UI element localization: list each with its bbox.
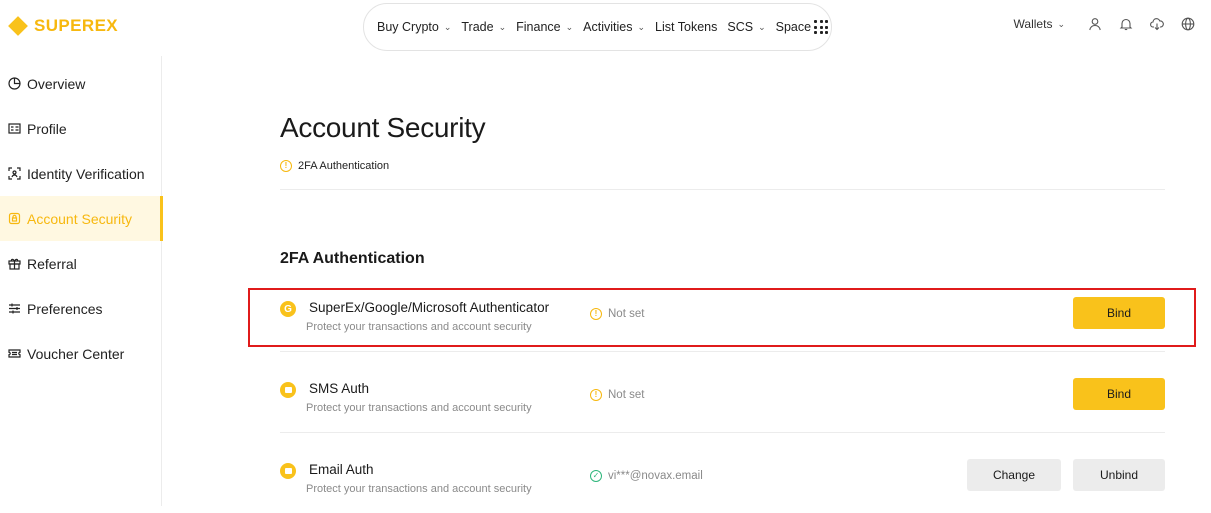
sidebar-item-label: Profile [27, 120, 67, 137]
auth-method-sms: SMS Auth Protect your transactions and a… [280, 378, 1165, 432]
nav-trade[interactable]: Trade ⌄ [461, 20, 506, 34]
sidebar: Overview Profile Identity Verification A… [0, 56, 163, 506]
header-actions: Wallets ⌄ [1014, 16, 1211, 32]
sidebar-item-referral[interactable]: Referral [0, 241, 161, 286]
sidebar-item-label: Voucher Center [27, 345, 125, 362]
logo-diamond-icon [8, 16, 28, 36]
sidebar-item-label: Preferences [27, 300, 103, 317]
pie-chart-icon [7, 77, 21, 91]
sidebar-item-overview[interactable]: Overview [0, 61, 161, 106]
apps-grid-icon[interactable] [814, 20, 829, 34]
page-title: Account Security [280, 112, 486, 143]
sidebar-item-account-security[interactable]: Account Security [0, 196, 163, 241]
warning-icon: ! [280, 160, 292, 172]
method-status: ! Not set [590, 389, 644, 401]
method-name: SMS Auth [309, 381, 370, 396]
gift-icon [7, 257, 21, 271]
chevron-down-icon: ⌄ [498, 21, 507, 32]
bell-icon[interactable] [1118, 16, 1134, 32]
sliders-icon [7, 302, 21, 316]
nav-label: Finance [516, 20, 561, 34]
status-text: vi***@novax.email [608, 470, 703, 482]
chevron-down-icon: ⌄ [565, 21, 574, 32]
change-button[interactable]: Change [967, 459, 1061, 491]
nav-space[interactable]: Space [775, 20, 829, 34]
email-icon [280, 463, 296, 479]
unbind-button[interactable]: Unbind [1073, 459, 1165, 491]
check-circle-icon: ✓ [590, 470, 602, 482]
nav-label: Buy Crypto [377, 20, 439, 34]
download-icon[interactable] [1149, 16, 1165, 32]
sms-icon [280, 382, 296, 398]
nav-buy-crypto[interactable]: Buy Crypto ⌄ [377, 20, 451, 34]
shield-icon [7, 212, 21, 226]
method-name: Email Auth [309, 462, 374, 477]
method-description: Protect your transactions and account se… [306, 483, 532, 495]
main-nav: Buy Crypto ⌄ Trade ⌄ Finance ⌄ Activities ⌄ … [363, 3, 832, 51]
nav-activities[interactable]: Activities ⌄ [583, 20, 645, 34]
chevron-down-icon: ⌄ [758, 21, 766, 32]
divider [280, 432, 1165, 433]
sidebar-item-label: Identity Verification [27, 165, 145, 182]
sidebar-item-label: Account Security [27, 210, 133, 227]
sidebar-item-label: Referral [27, 255, 77, 272]
security-notice[interactable]: ! 2FA Authentication [280, 160, 389, 172]
user-icon[interactable] [1087, 16, 1103, 32]
wallets-label: Wallets [1013, 17, 1053, 31]
chevron-down-icon: ⌄ [637, 21, 646, 32]
divider [280, 351, 1165, 352]
globe-icon[interactable] [1180, 16, 1196, 32]
bind-button[interactable]: Bind [1073, 378, 1165, 410]
nav-label: List Tokens [655, 20, 718, 34]
logo[interactable]: SUPEREX [6, 14, 118, 38]
chevron-down-icon: ⌄ [443, 21, 452, 32]
nav-scs[interactable]: SCS ⌄ [727, 20, 765, 34]
status-text: Not set [608, 389, 645, 401]
highlight-box [248, 288, 1196, 347]
sidebar-item-identity-verification[interactable]: Identity Verification [0, 151, 161, 196]
nav-finance[interactable]: Finance ⌄ [516, 20, 573, 34]
divider [280, 189, 1165, 190]
id-card-icon [7, 122, 21, 136]
sidebar-item-voucher-center[interactable]: Voucher Center [0, 331, 161, 376]
method-status: ✓ vi***@novax.email [590, 470, 703, 482]
notice-label: 2FA Authentication [298, 160, 390, 172]
chevron-down-icon: ⌄ [1057, 18, 1065, 29]
nav-list-tokens[interactable]: List Tokens [655, 20, 717, 34]
method-description: Protect your transactions and account se… [306, 402, 532, 414]
scan-face-icon [7, 167, 21, 181]
nav-label: Activities [583, 20, 633, 34]
sidebar-item-preferences[interactable]: Preferences [0, 286, 161, 331]
nav-label: Space [775, 20, 812, 34]
sidebar-item-label: Overview [27, 75, 86, 92]
section-title: 2FA Authentication [280, 250, 425, 267]
nav-label: Trade [461, 20, 494, 34]
sidebar-item-profile[interactable]: Profile [0, 106, 161, 151]
warning-icon: ! [590, 389, 602, 401]
top-header: SUPEREX Buy Crypto ⌄ Trade ⌄ Finance ⌄ Acti… [0, 0, 1211, 56]
ticket-icon [7, 347, 21, 361]
nav-label: SCS [727, 20, 754, 34]
wallets-menu[interactable]: Wallets ⌄ [1014, 17, 1065, 31]
logo-text: SUPEREX [34, 16, 119, 35]
